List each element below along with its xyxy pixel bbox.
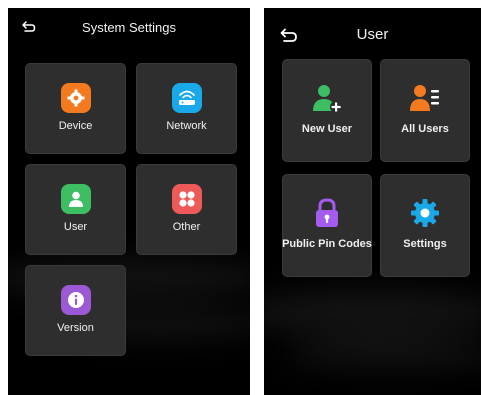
new-user-tile[interactable]: New User [282, 59, 372, 162]
tile-label: New User [301, 123, 353, 135]
tile-label: Version [57, 322, 94, 334]
system-settings-screen: System Settings Device Network User Othe… [8, 8, 250, 395]
network-tile[interactable]: Network [136, 63, 237, 154]
user-icon [60, 184, 91, 214]
tile-label: All Users [401, 123, 449, 135]
add-user-icon [310, 81, 344, 115]
tile-label: Other [172, 221, 201, 233]
wifi-router-icon [171, 83, 202, 113]
other-tile[interactable]: Other [136, 164, 237, 255]
top-bar: System Settings [8, 8, 250, 48]
user-list-icon [408, 81, 442, 115]
user-tile[interactable]: User [25, 164, 126, 255]
tile-label: User [63, 221, 88, 233]
tile-label: Public Pin Codes [282, 238, 372, 250]
device-tile[interactable]: Device [25, 63, 126, 154]
lock-icon [310, 196, 344, 230]
background-blur [264, 288, 481, 338]
gear-icon [408, 196, 442, 230]
version-tile[interactable]: Version [25, 265, 126, 356]
grid-icon [171, 184, 202, 214]
info-icon [60, 285, 91, 315]
tile-label: Device [58, 120, 93, 132]
tile-label: Network [166, 120, 207, 132]
all-users-tile[interactable]: All Users [380, 59, 470, 162]
tile-label: Settings [403, 238, 447, 250]
gear-icon [60, 83, 91, 113]
top-bar: User [264, 8, 481, 48]
page-title: System Settings [82, 20, 176, 35]
background-blur [284, 338, 481, 368]
page-title: User [356, 26, 389, 43]
user-screen: User New User All Users Public Pin Codes… [264, 8, 481, 395]
settings-tile[interactable]: Settings [380, 174, 470, 277]
public-pin-codes-tile[interactable]: Public Pin Codes [282, 174, 372, 277]
